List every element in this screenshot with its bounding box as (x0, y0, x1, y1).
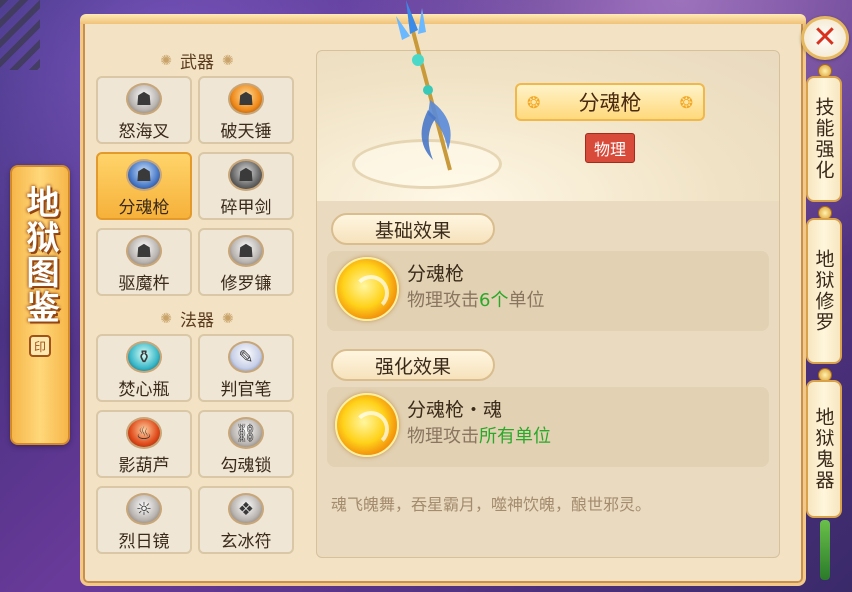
list-item[interactable]: ♨ 影葫芦 (96, 410, 192, 478)
lock-icon: ⛓ (228, 417, 264, 449)
effect-desc: 物理攻击6个单位 (407, 286, 544, 312)
weapon-title-plate: ❂ 分魂枪 ❂ (515, 83, 705, 121)
base-effect-card: 分魂枪 物理攻击6个单位 (327, 251, 769, 331)
banner-title: 地狱图鉴 (21, 185, 60, 325)
item-label: 烈日镜 (118, 532, 170, 552)
list-item[interactable]: ❖ 玄冰符 (198, 486, 294, 554)
section-header-base: 基础效果 (331, 213, 495, 245)
effect-name: 分魂枪・魂 (407, 399, 503, 421)
chain-decoration (0, 0, 40, 70)
bottle-icon: ⚱ (126, 341, 162, 373)
list-item[interactable]: ☗ 修罗镰 (198, 228, 294, 296)
list-item-selected[interactable]: ☗ 分魂枪 (96, 152, 192, 220)
tab-label: 地狱鬼器 (812, 407, 835, 491)
swirl-icon: ✺ (160, 310, 172, 327)
seal-icon: 印 (29, 335, 51, 357)
list-item[interactable]: ⛓ 勾魂锁 (198, 410, 294, 478)
swirl-icon: ✺ (160, 52, 172, 69)
close-icon: ✕ (812, 20, 838, 55)
cloud-icon: ❂ (527, 93, 541, 112)
item-label: 影葫芦 (118, 456, 170, 476)
gourd-icon: ♨ (126, 417, 162, 449)
mask-icon: ☗ (126, 83, 162, 115)
list-item[interactable]: ⚱ 焚心瓶 (96, 334, 192, 402)
item-label: 破天锤 (220, 122, 272, 142)
type-tag: 物理 (585, 133, 636, 163)
desc-highlight: 所有单位 (479, 426, 551, 447)
effect-name: 分魂枪 (407, 263, 465, 285)
item-label: 焚心瓶 (118, 380, 170, 400)
flavor-text: 魂飞魄舞，吞星霸月，噬神饮魄，酿世邪灵。 (331, 495, 652, 514)
tab-hell-asura[interactable]: 地狱修罗 (806, 218, 842, 364)
mirror-icon: ☼ (126, 493, 162, 525)
tassel-decoration (820, 520, 830, 580)
item-label: 玄冰符 (220, 532, 272, 552)
enhanced-effect-card: 分魂枪・魂 物理攻击所有单位 (327, 387, 769, 467)
category-label: 法器 (180, 311, 214, 331)
close-button[interactable]: ✕ (801, 16, 849, 60)
talisman-icon: ❖ (228, 493, 264, 525)
item-label: 勾魂锁 (220, 456, 272, 476)
list-item[interactable]: ✎ 判官笔 (198, 334, 294, 402)
banner: 地狱图鉴 印 (10, 165, 70, 445)
item-label: 分魂枪 (118, 198, 170, 218)
item-label: 修罗镰 (220, 274, 272, 294)
item-label: 驱魔杵 (118, 274, 170, 294)
weapon-title: 分魂枪 (578, 91, 642, 115)
skill-orb-icon (335, 257, 399, 321)
mask-icon: ☗ (126, 159, 162, 191)
item-label: 判官笔 (220, 380, 272, 400)
cloud-icon: ❂ (679, 93, 693, 112)
swirl-icon: ✺ (222, 310, 234, 327)
swirl-icon: ✺ (222, 52, 234, 69)
list-item[interactable]: ☗ 碎甲剑 (198, 152, 294, 220)
tab-hell-ghost-artifact[interactable]: 地狱鬼器 (806, 380, 842, 518)
desc-text: 物理攻击 (407, 426, 479, 447)
list-item[interactable]: ☗ 怒海叉 (96, 76, 192, 144)
effect-desc: 物理攻击所有单位 (407, 422, 551, 448)
brush-icon: ✎ (228, 341, 264, 373)
category-header-artifacts: ✺ 法器 ✺ (92, 306, 302, 332)
tab-skill-enhance[interactable]: 技能强化 (806, 76, 842, 202)
tab-label: 技能强化 (812, 97, 835, 181)
mask-icon: ☗ (228, 83, 264, 115)
tab-label: 地狱修罗 (812, 249, 835, 333)
section-header-enhanced: 强化效果 (331, 349, 495, 381)
item-label: 怒海叉 (118, 122, 170, 142)
list-item[interactable]: ☼ 烈日镜 (96, 486, 192, 554)
desc-text: 物理攻击 (407, 290, 479, 311)
category-label: 武器 (180, 53, 214, 73)
hero-area (317, 51, 779, 201)
skill-orb-icon (335, 393, 399, 457)
list-item[interactable]: ☗ 破天锤 (198, 76, 294, 144)
desc-highlight: 6个 (479, 290, 509, 311)
mask-icon: ☗ (126, 235, 162, 267)
detail-panel: ❂ 分魂枪 ❂ 物理 基础效果 分魂枪 物理攻击6个单位 强化效果 分魂枪・魂 … (316, 50, 780, 558)
category-header-weapons: ✺ 武器 ✺ (92, 48, 302, 74)
desc-text: 单位 (508, 290, 545, 311)
spear-icon (396, 0, 452, 171)
list-item[interactable]: ☗ 驱魔杵 (96, 228, 192, 296)
item-list-panel: ✺ 武器 ✺ ☗ 怒海叉 ☗ 破天锤 ☗ 分魂枪 ☗ 碎甲剑 ☗ 驱魔杵 ☗ 修… (92, 44, 302, 564)
mask-icon: ☗ (228, 159, 264, 191)
item-label: 碎甲剑 (220, 198, 272, 218)
mask-icon: ☗ (228, 235, 264, 267)
